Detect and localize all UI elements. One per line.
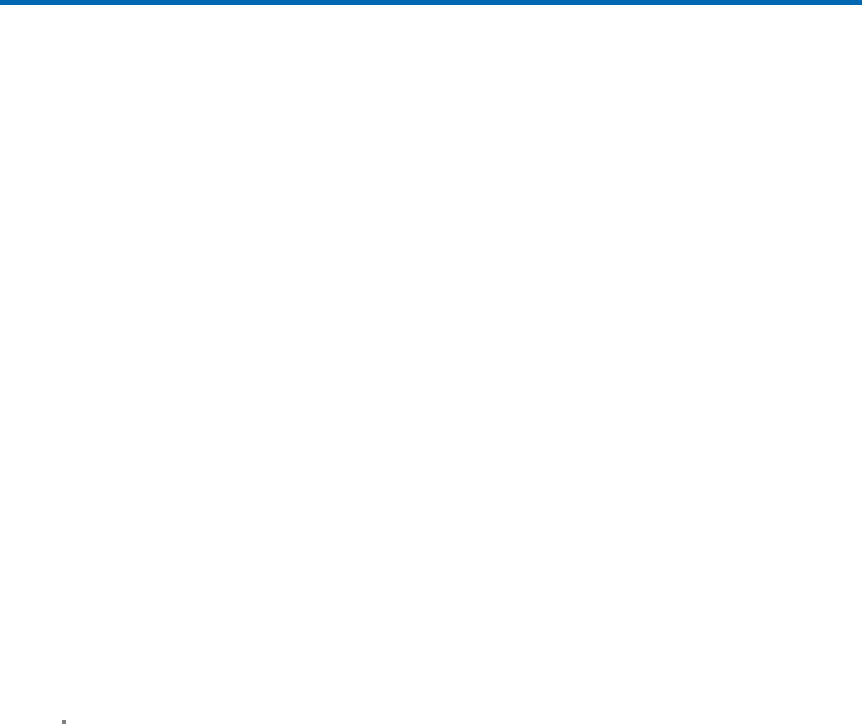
bullet-marker	[62, 720, 66, 724]
top-accent-bar	[0, 0, 862, 5]
